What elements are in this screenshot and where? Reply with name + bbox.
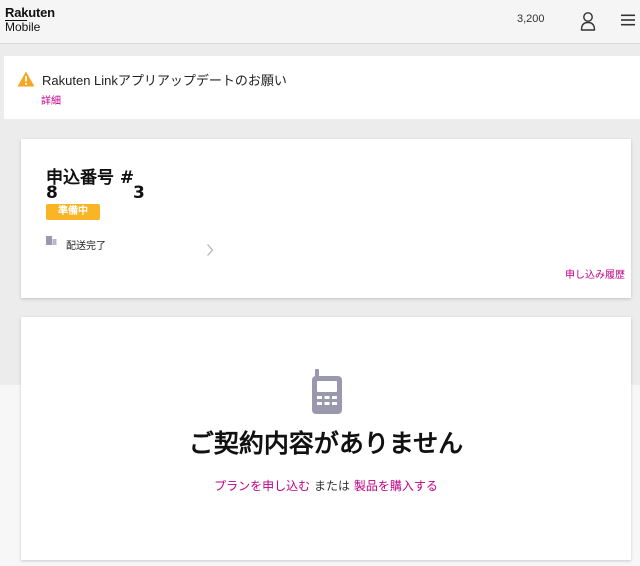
contract-card: ご契約内容がありません プランを申し込む または 製品を購入する (21, 317, 631, 560)
top-header: Rakuten Mobile 3,200 (0, 0, 640, 44)
order-number-end: 3 (133, 183, 145, 203)
user-icon[interactable] (580, 11, 596, 31)
no-contract-title: ご契約内容がありません (188, 429, 464, 458)
phone-icon (312, 369, 342, 414)
contract-actions: プランを申し込む または 製品を購入する (21, 477, 631, 494)
notice-details-link[interactable]: 詳細 (41, 92, 61, 107)
chevron-right-icon[interactable] (206, 243, 214, 257)
order-history-link[interactable]: 申し込み履歴 (565, 266, 625, 281)
logo-text-mobile: Mobile (5, 20, 41, 34)
logo-text-rakuten: Rakuten (5, 5, 55, 20)
menu-icon[interactable] (621, 14, 635, 26)
order-card[interactable]: 申込番号 # 8 3 準備中 配送完了 申し込み履歴 (21, 139, 631, 298)
apply-plan-link[interactable]: プランを申し込む (214, 479, 310, 493)
shipping-icon (46, 236, 57, 245)
notice-title: Rakuten Linkアプリアップデートのお願い (42, 73, 287, 88)
purchase-product-link[interactable]: 製品を購入する (354, 479, 438, 493)
shipping-status: 配送完了 (66, 241, 106, 252)
rakuten-mobile-logo[interactable]: Rakuten Mobile (5, 6, 55, 33)
points-balance[interactable]: 3,200 (517, 13, 545, 25)
warning-icon (17, 71, 35, 87)
conjunction-text: または (313, 479, 350, 493)
logo-underline (5, 20, 27, 21)
order-number: 8 3 (46, 183, 146, 203)
order-number-start: 8 (46, 183, 58, 203)
status-badge: 準備中 (46, 204, 100, 220)
app-update-notice: Rakuten Linkアプリアップデートのお願い 詳細 (4, 56, 640, 119)
